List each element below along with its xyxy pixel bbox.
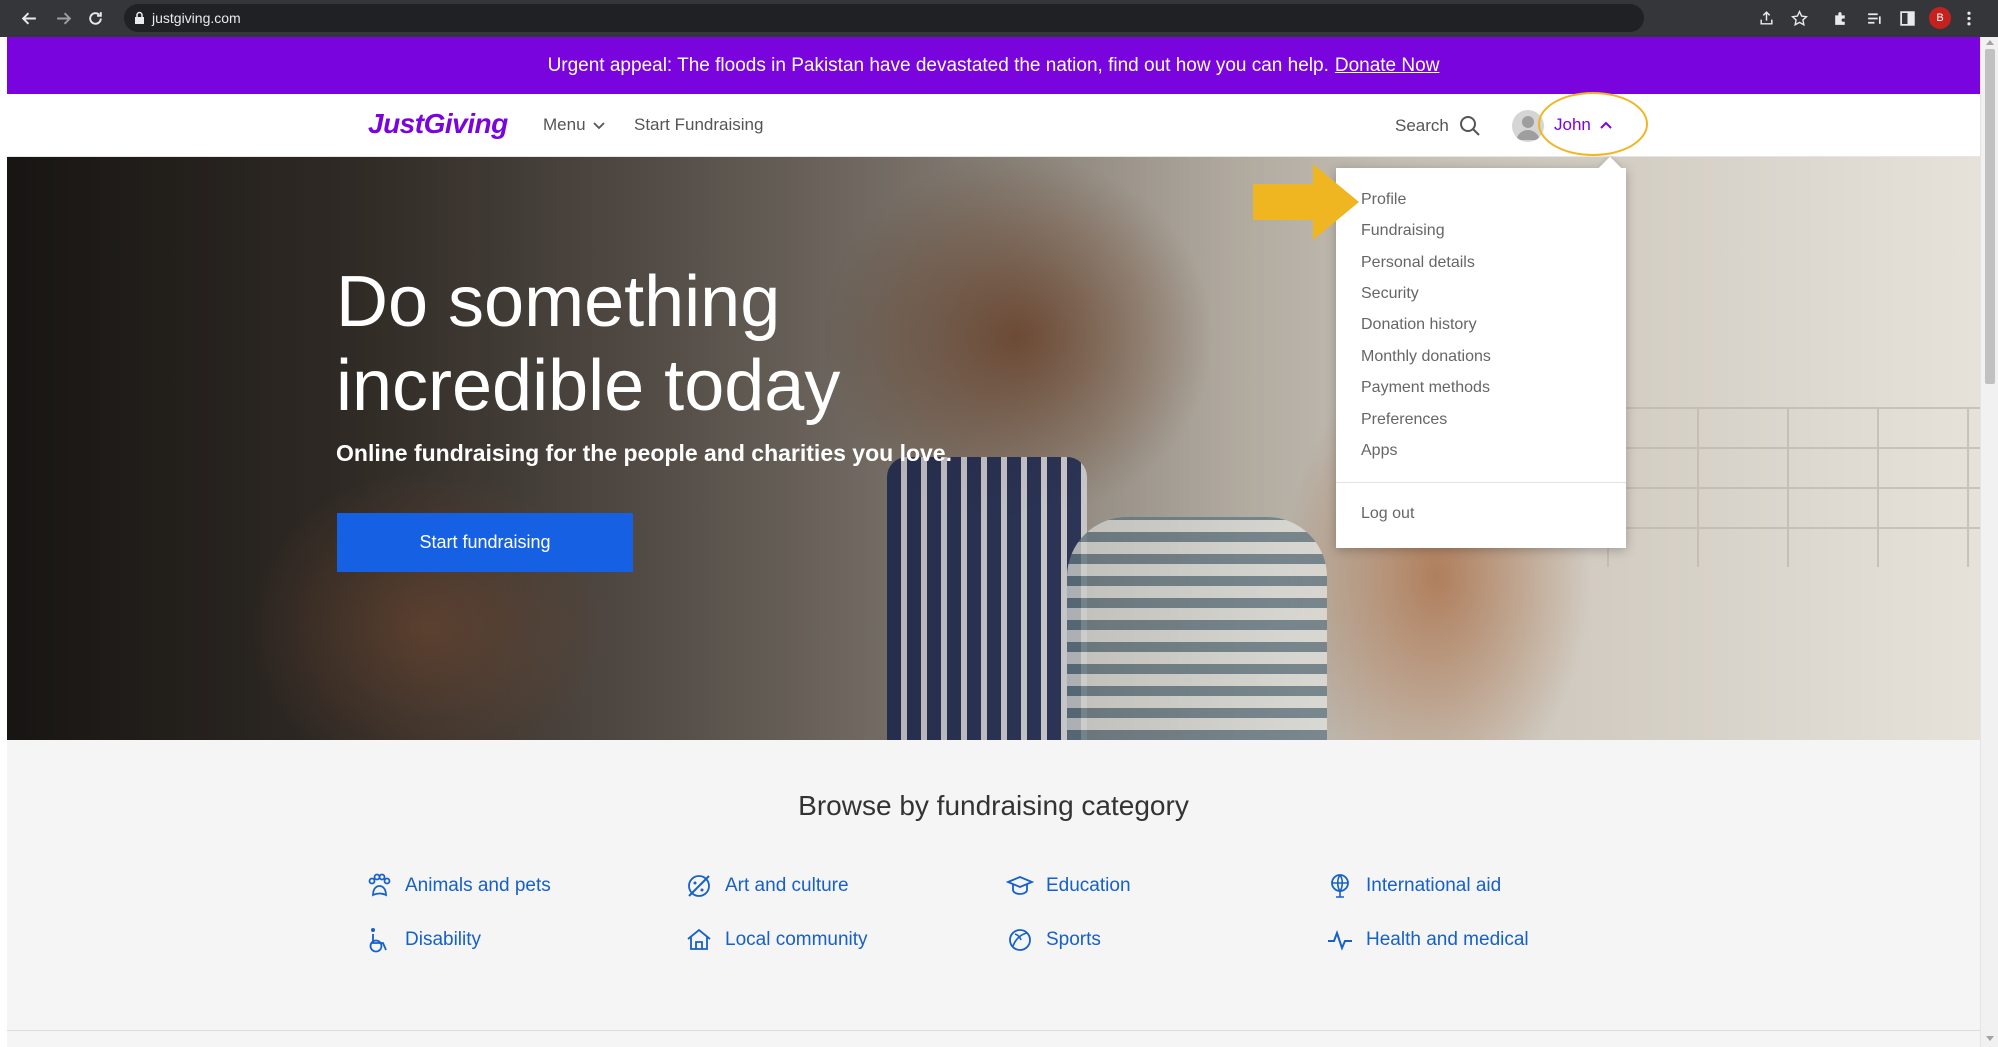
urgent-appeal-banner: Urgent appeal: The floods in Pakistan ha… — [7, 37, 1980, 94]
donate-now-link[interactable]: Donate Now — [1335, 55, 1440, 77]
globe-icon — [1331, 874, 1349, 898]
scroll-up-arrow-icon[interactable] — [1986, 40, 1994, 45]
menu-item-preferences[interactable]: Preferences — [1361, 411, 1447, 429]
menu-label: Menu — [543, 115, 586, 134]
category-label: Health and medical — [1366, 929, 1529, 950]
bookmark-button[interactable] — [1788, 7, 1810, 29]
category-label: Art and culture — [725, 875, 849, 896]
share-icon — [1759, 10, 1773, 25]
reload-button[interactable] — [82, 6, 108, 30]
lock-icon — [135, 11, 144, 24]
hero-title: Do something incredible today — [336, 260, 840, 428]
menu-item-fundraising[interactable]: Fundraising — [1361, 222, 1445, 240]
chevron-down-icon — [592, 122, 605, 130]
menu-dropdown-button[interactable]: Menu — [543, 115, 606, 135]
menu-item-apps[interactable]: Apps — [1361, 442, 1397, 460]
back-button[interactable] — [16, 6, 42, 30]
graduation-cap-icon — [1006, 876, 1034, 895]
category-sports[interactable]: Sports — [1006, 926, 1101, 954]
menu-item-donation-history[interactable]: Donation history — [1361, 316, 1477, 334]
search-icon — [1459, 116, 1480, 136]
heartbeat-icon — [1328, 930, 1352, 951]
forward-arrow-icon — [56, 12, 71, 24]
scroll-down-arrow-icon[interactable] — [1986, 1036, 1994, 1041]
hero-section: Do something incredible today Online fun… — [7, 157, 1980, 740]
reading-list-icon — [1867, 12, 1881, 24]
category-animals-and-pets[interactable]: Animals and pets — [365, 872, 551, 900]
side-panel-button[interactable] — [1896, 7, 1918, 29]
category-international-aid[interactable]: International aid — [1326, 872, 1501, 900]
reload-icon — [88, 11, 102, 25]
category-art-and-culture[interactable]: Art and culture — [685, 872, 849, 900]
scrollbar-thumb[interactable] — [1985, 49, 1995, 384]
menu-item-log-out[interactable]: Log out — [1361, 505, 1414, 523]
house-icon — [687, 928, 711, 950]
menu-item-personal-details[interactable]: Personal details — [1361, 254, 1475, 272]
annotation-arrow-icon — [1253, 164, 1359, 240]
star-icon — [1790, 9, 1808, 26]
search-button[interactable]: Search — [1395, 115, 1481, 137]
category-disability[interactable]: Disability — [365, 926, 481, 954]
category-section: Browse by fundraising category Animals a… — [7, 740, 1980, 1047]
palette-icon — [688, 875, 710, 897]
category-label: Local community — [725, 929, 868, 950]
user-dropdown-menu: Profile Fundraising Personal details Sec… — [1336, 156, 1626, 548]
back-arrow-icon — [21, 12, 36, 24]
menu-item-profile[interactable]: Profile — [1361, 191, 1406, 209]
browser-toolbar: justgiving.com B — [0, 0, 1998, 37]
reading-list-button[interactable] — [1863, 7, 1885, 29]
category-local-community[interactable]: Local community — [685, 926, 868, 954]
menu-item-security[interactable]: Security — [1361, 285, 1419, 303]
section-divider — [7, 1030, 1980, 1031]
puzzle-icon — [1834, 11, 1845, 25]
category-section-title: Browse by fundraising category — [798, 790, 1189, 821]
hero-photo-shade — [7, 157, 1980, 740]
menu-item-monthly-donations[interactable]: Monthly donations — [1361, 348, 1491, 366]
start-fundraising-link[interactable]: Start Fundraising — [634, 115, 763, 135]
site-header: JustGiving Menu Start Fundraising Search… — [7, 94, 1980, 157]
category-education[interactable]: Education — [1006, 872, 1131, 900]
forward-button[interactable] — [50, 6, 76, 30]
ball-icon — [1009, 929, 1031, 951]
hero-subtitle: Online fundraising for the people and ch… — [336, 440, 952, 466]
start-fundraising-button[interactable]: Start fundraising — [337, 513, 633, 572]
share-button[interactable] — [1755, 7, 1777, 29]
hero-title-line-2: incredible today — [336, 346, 841, 426]
category-label: Animals and pets — [405, 875, 551, 896]
justgiving-logo[interactable]: JustGiving — [368, 108, 508, 140]
search-label: Search — [1395, 116, 1449, 135]
kebab-menu-icon — [1967, 11, 1971, 25]
side-panel-icon — [1899, 10, 1915, 26]
dropdown-divider — [1336, 482, 1626, 483]
address-bar[interactable]: justgiving.com — [124, 4, 1644, 32]
page-viewport: Urgent appeal: The floods in Pakistan ha… — [7, 37, 1980, 1047]
wheelchair-icon — [369, 928, 387, 953]
paw-icon — [368, 873, 391, 897]
url-text: justgiving.com — [152, 10, 241, 26]
category-label: Disability — [405, 929, 482, 950]
category-label: International aid — [1366, 875, 1502, 896]
category-label: Sports — [1046, 929, 1101, 950]
banner-text: Urgent appeal: The floods in Pakistan ha… — [547, 54, 1329, 76]
page-scrollbar[interactable] — [1980, 37, 1998, 1047]
category-label: Education — [1046, 875, 1131, 896]
annotation-highlight-oval — [1538, 92, 1648, 156]
category-health-and-medical[interactable]: Health and medical — [1326, 926, 1529, 954]
menu-item-payment-methods[interactable]: Payment methods — [1361, 379, 1490, 397]
hero-title-line-1: Do something — [336, 262, 781, 342]
extensions-button[interactable] — [1829, 7, 1851, 29]
browser-profile-avatar[interactable]: B — [1929, 7, 1951, 29]
browser-menu-button[interactable] — [1962, 7, 1976, 29]
